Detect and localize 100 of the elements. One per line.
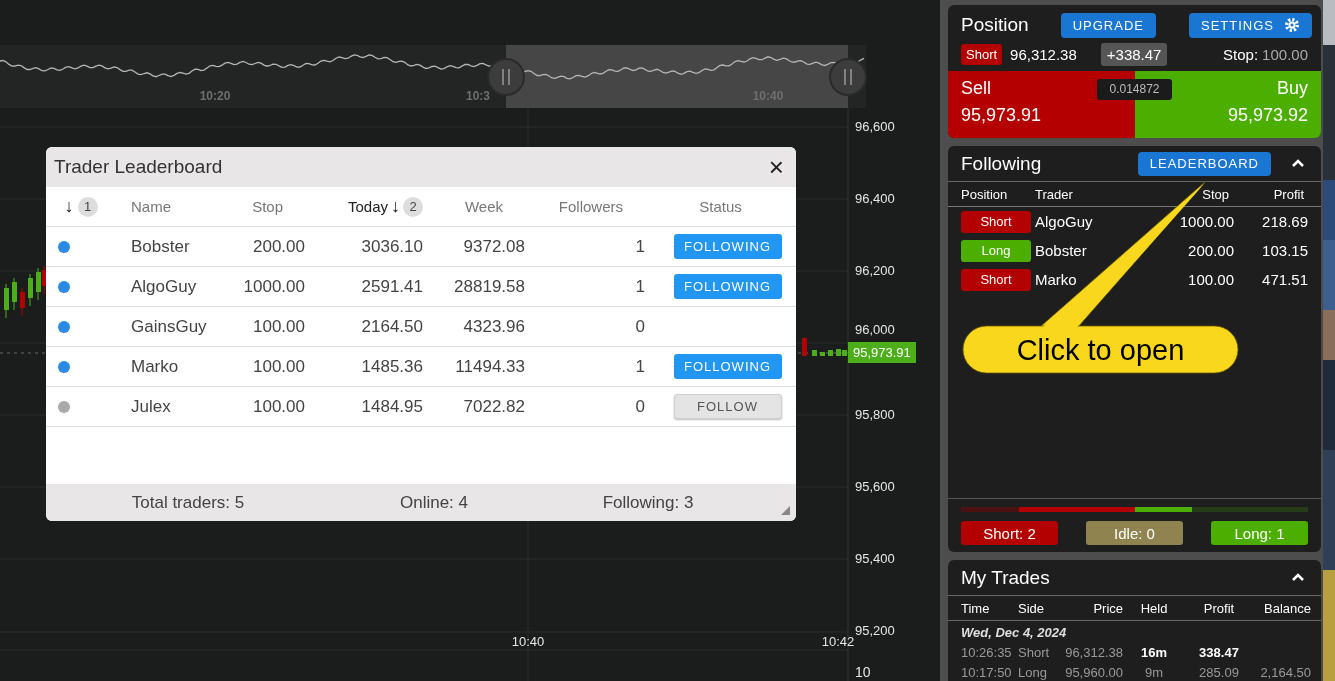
footer-text: Online: 4	[398, 492, 469, 513]
spread-value: 0.014872	[1097, 79, 1172, 100]
price-label: 95,400	[855, 551, 895, 566]
candlestick-drawing	[4, 265, 47, 319]
card-title: Position	[961, 14, 1029, 36]
table-cell-text: 100.00	[252, 396, 305, 417]
table-cell-text: 285.09	[1198, 664, 1240, 680]
sort-arrow[interactable]: ↓	[391, 196, 400, 217]
candlestick-drawing	[802, 338, 847, 356]
table-cell-text: 3036.10	[360, 236, 423, 257]
sort-arrow[interactable]: ↓	[64, 196, 74, 217]
table-cell-text: 4323.96	[462, 316, 525, 337]
table-cell-text: 0	[634, 316, 645, 337]
trader-name: AlgoGuy	[1035, 213, 1094, 230]
table-cell-text: 100.00	[252, 316, 305, 337]
table-cell-text: 9372.08	[462, 236, 525, 257]
column-header: Time	[961, 600, 991, 616]
buy-price: 95,973.92	[1226, 105, 1308, 126]
table-cell-text: 95,960.00	[1064, 664, 1123, 680]
table-cell-text: 1000.00	[1178, 213, 1234, 230]
column-header[interactable]: Name	[110, 198, 235, 215]
range-selection[interactable]	[506, 45, 848, 108]
table-cell-text: 11494.33	[454, 356, 525, 377]
column-header: Position	[961, 186, 1009, 202]
following-button[interactable]: FOLLOWING	[673, 354, 782, 379]
sell-price: 95,973.91	[961, 105, 1043, 126]
table-cell-text: 1485.36	[360, 356, 423, 377]
price-label: 95,800	[855, 407, 895, 422]
price-label: 96,400	[855, 191, 895, 206]
following-button[interactable]: FOLLOWING	[673, 274, 782, 299]
time-label: 10:42	[821, 634, 855, 649]
table-cell-text: 338.47	[1198, 644, 1240, 660]
callout-text: Click to open	[1015, 333, 1186, 368]
table-cell-text: 96,312.38	[1064, 644, 1123, 660]
table-cell-text: 218.69	[1261, 213, 1308, 230]
card-title: My Trades	[961, 566, 1050, 589]
settings-button[interactable]: SETTINGS	[1189, 12, 1312, 38]
column-header: Stop	[1201, 186, 1230, 202]
price-tag: 95,973.91	[848, 342, 916, 363]
price-label: 10	[855, 664, 871, 680]
column-header[interactable]: Week	[423, 198, 525, 215]
column-header[interactable]: Followers	[525, 198, 645, 215]
table-cell-text: AlgoGuy	[130, 276, 198, 297]
table-cell-text: Bobster	[130, 236, 191, 257]
column-header[interactable]: Status	[645, 198, 796, 215]
time-label: 10:3	[466, 89, 490, 103]
price-label: 95,200	[855, 623, 895, 638]
table-cell-text: 0	[634, 396, 645, 417]
following-button[interactable]: FOLLOWING	[673, 234, 782, 259]
column-header: Profit	[1272, 186, 1305, 202]
profit-badge: +338.47	[1100, 42, 1168, 66]
sort-rank-badge: 2	[403, 196, 423, 217]
trader-name: Marko	[1035, 271, 1078, 288]
table-cell-text: 2591.41	[360, 276, 423, 297]
chevron-up-icon[interactable]	[1291, 159, 1305, 168]
table-cell-text: 471.51	[1261, 271, 1308, 288]
column-header[interactable]: Stop	[235, 198, 305, 215]
table-cell-text: 100.00	[1187, 271, 1234, 288]
table-cell-text: Short	[1018, 644, 1051, 660]
table-cell-text: 1484.95	[360, 396, 423, 417]
column-header: Balance	[1263, 600, 1311, 616]
stop-label: Stop:	[1223, 45, 1259, 63]
table-cell-text: 1000.00	[242, 276, 305, 297]
table-cell-text: 10:26:35	[961, 644, 1013, 660]
price-label: 96,200	[855, 263, 895, 278]
upgrade-button[interactable]: UPGRADE	[1060, 12, 1156, 38]
trader-name: Bobster	[1035, 242, 1088, 259]
table-cell-text: 16m	[1140, 644, 1168, 660]
settings-icon	[1284, 17, 1300, 33]
position-side-badge: Short	[961, 43, 1003, 65]
price-label: 96,000	[855, 322, 895, 337]
table-cell-text: 100.00	[252, 356, 305, 377]
chevron-up-icon[interactable]	[1291, 573, 1305, 582]
leaderboard-button[interactable]: LEADERBOARD	[1137, 151, 1271, 176]
side-badge: Short	[961, 268, 1031, 291]
card-title: Following	[961, 152, 1042, 175]
column-header: Price	[1092, 600, 1123, 616]
column-header: Profit	[1202, 600, 1236, 616]
column-header: Held	[1139, 600, 1169, 616]
table-cell-text: 2,164.50	[1259, 664, 1311, 680]
range-handle[interactable]	[829, 58, 867, 96]
time-label: 10:20	[199, 89, 231, 103]
time-label: 10:40	[511, 634, 545, 649]
table-cell-text: 28819.58	[453, 276, 525, 297]
table-cell-text: 200.00	[252, 236, 305, 257]
resize-grip-icon[interactable]	[781, 506, 790, 515]
stop-value: 100.00	[1262, 45, 1308, 63]
table-cell-text: 103.15	[1261, 242, 1308, 259]
column-header[interactable]: Today	[347, 198, 388, 215]
entry-price: 96,312.38	[1010, 45, 1077, 63]
follow-button[interactable]: FOLLOW	[673, 394, 782, 419]
date-heading: Wed, Dec 4, 2024	[960, 624, 1068, 642]
count-badge: Idle: 0	[1086, 521, 1183, 545]
side-badge: Short	[961, 210, 1031, 233]
table-cell-text: 9m	[1143, 664, 1165, 680]
column-header: Trader	[1035, 186, 1074, 202]
close-button[interactable]: ×	[764, 154, 788, 180]
table-cell-text: 1	[634, 356, 645, 377]
count-badge: Long: 1	[1211, 521, 1308, 545]
sort-rank-badge: 1	[77, 196, 98, 217]
